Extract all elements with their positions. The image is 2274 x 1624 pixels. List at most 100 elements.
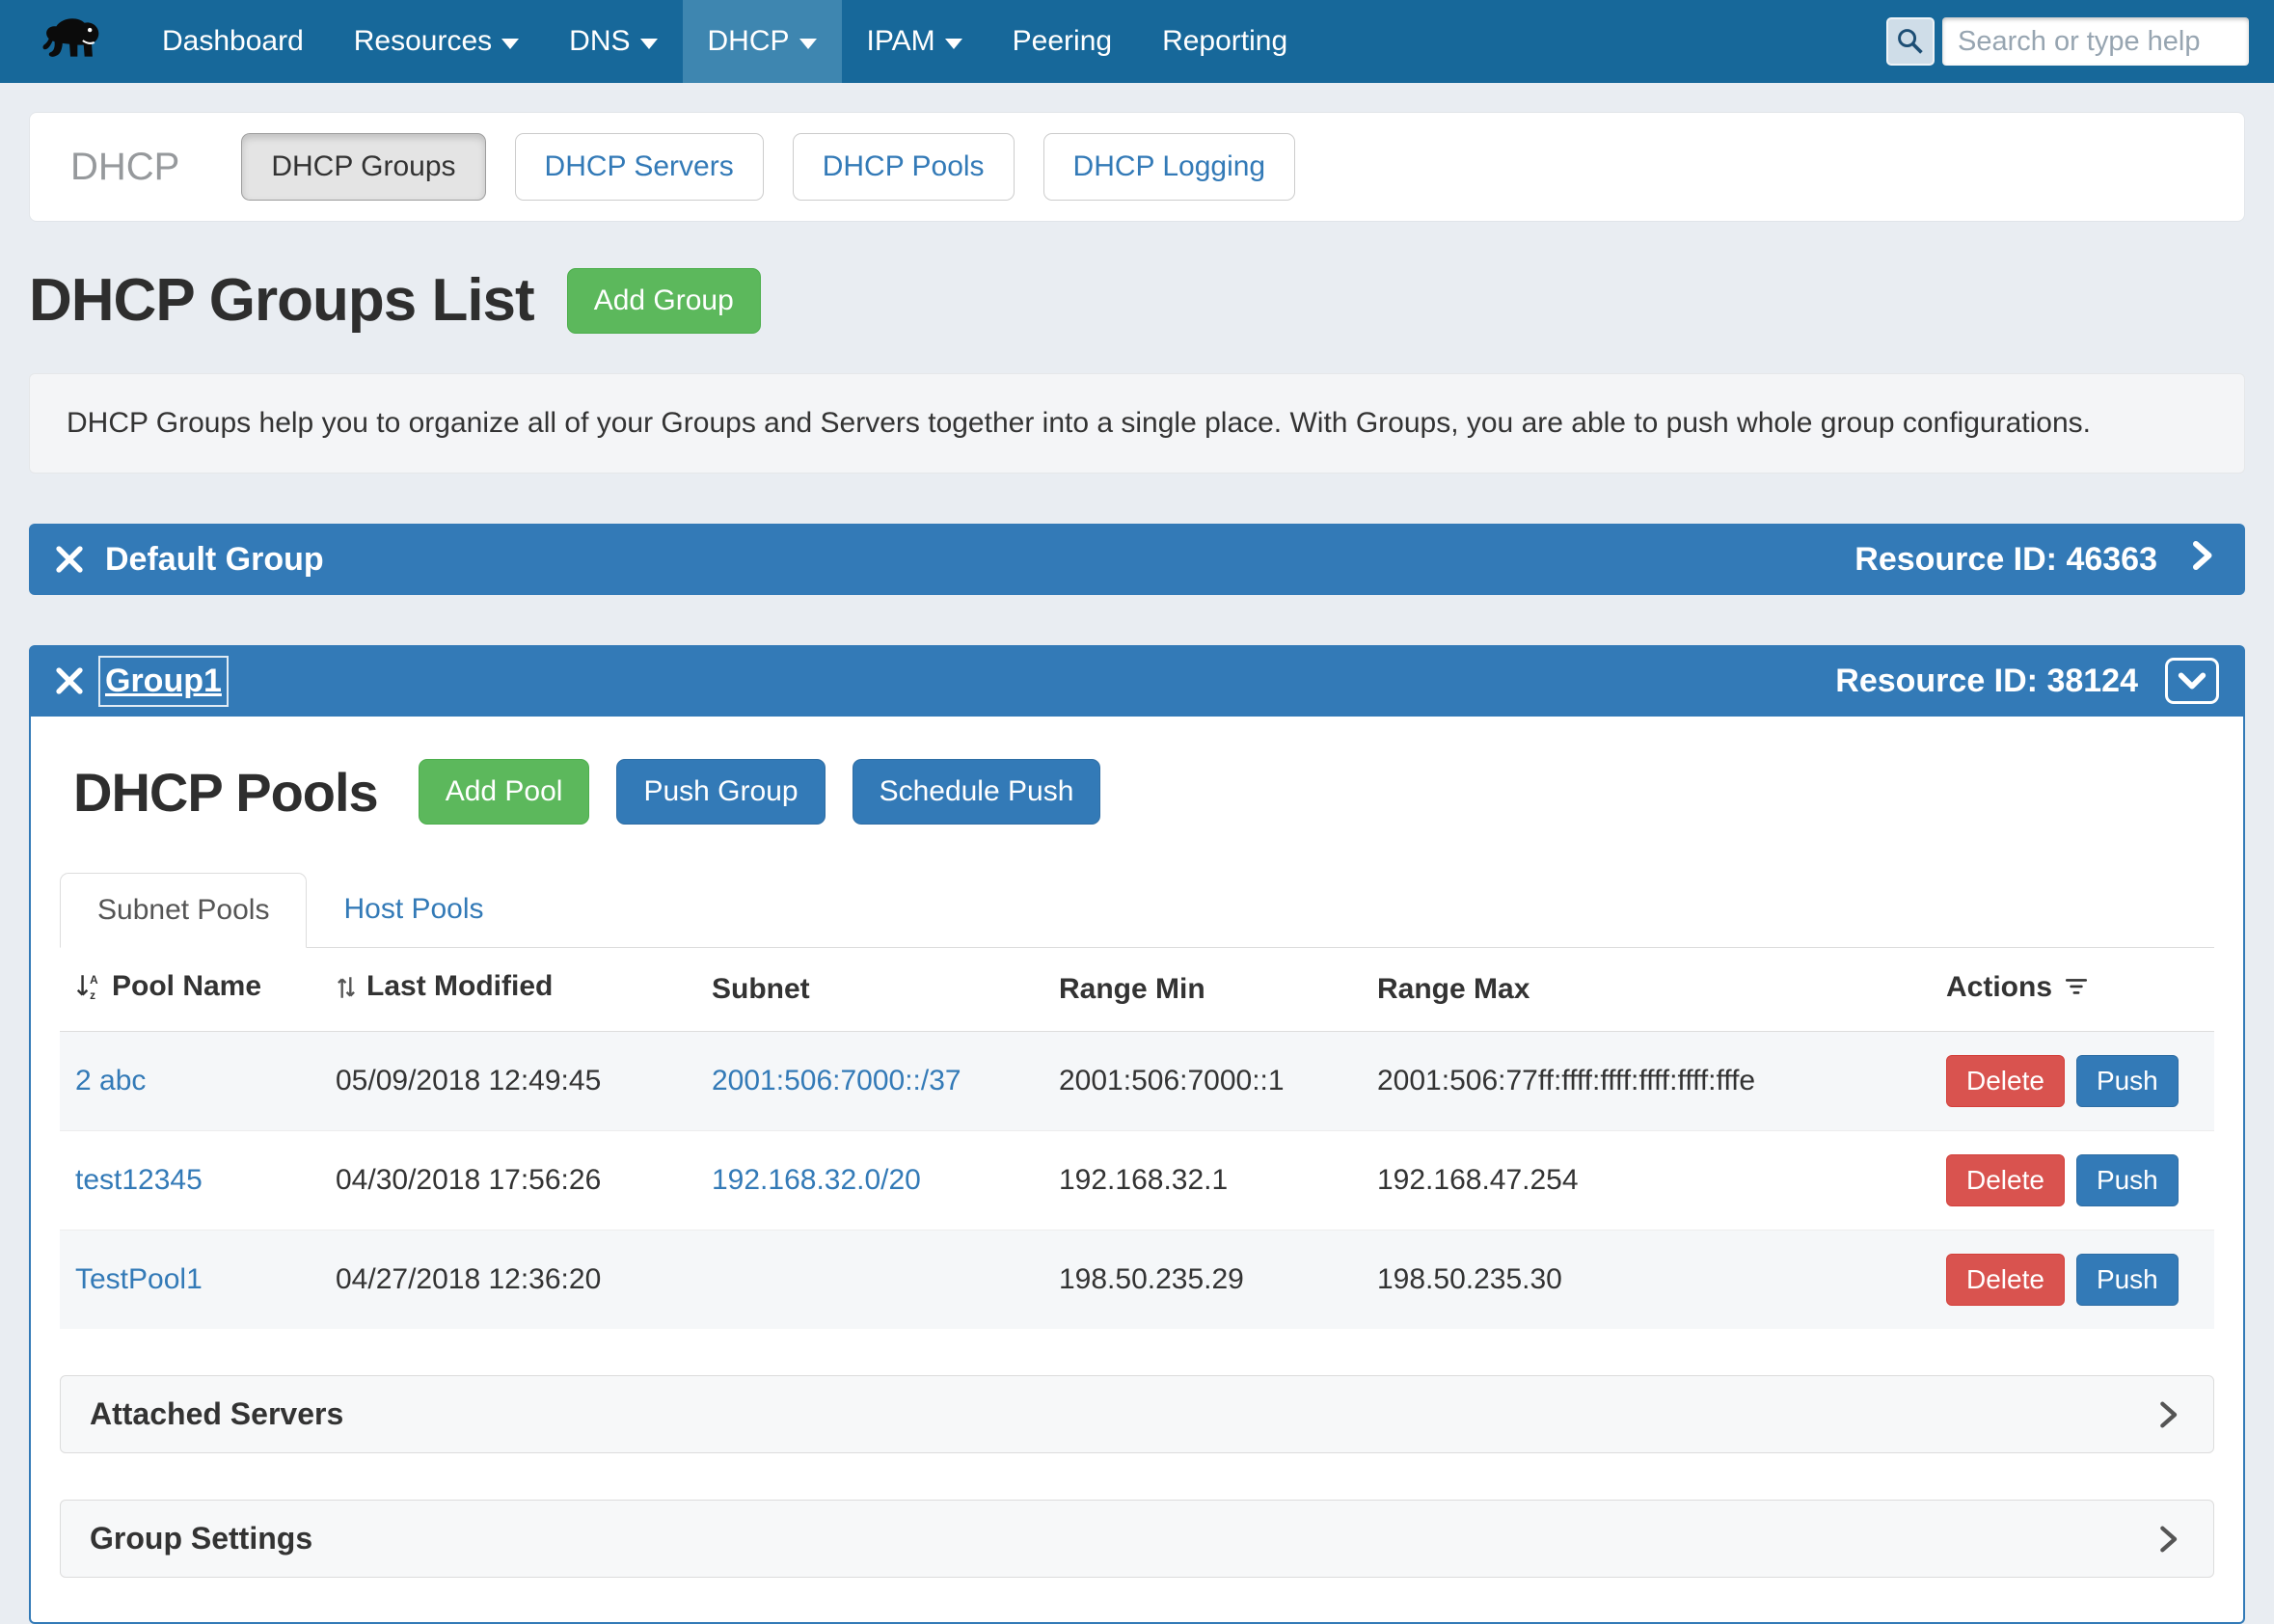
subnet-pools-table: Az Pool Name Last Modified Subnet Range … <box>60 948 2214 1329</box>
caret-down-icon <box>501 39 519 49</box>
table-row: TestPool1 04/27/2018 12:36:20 198.50.235… <box>60 1231 2214 1330</box>
search-button[interactable] <box>1886 17 1935 66</box>
group-bar-right: Resource ID: 46363 <box>1854 538 2219 582</box>
chevron-right-icon <box>2152 1398 2184 1431</box>
subnet-link[interactable]: 2001:506:7000::/37 <box>712 1065 961 1096</box>
pool-name-link[interactable]: 2 abc <box>75 1065 146 1096</box>
column-pool-name[interactable]: Az Pool Name <box>60 948 320 1032</box>
group-bar-right: Resource ID: 38124 <box>1835 658 2219 704</box>
last-modified-cell: 05/09/2018 12:49:45 <box>320 1032 696 1131</box>
add-group-button[interactable]: Add Group <box>567 268 761 334</box>
remove-group-icon[interactable] <box>55 545 84 574</box>
title-row: DHCP Groups List Add Group <box>29 266 2245 335</box>
group-header-group1[interactable]: Group1 Resource ID: 38124 <box>29 645 2245 717</box>
pool-name-link[interactable]: test12345 <box>75 1164 203 1196</box>
tab-subnet-pools[interactable]: Subnet Pools <box>60 873 307 948</box>
range-min-cell: 2001:506:7000::1 <box>1043 1032 1362 1131</box>
column-label: Pool Name <box>112 970 261 1002</box>
column-range-max: Range Max <box>1362 948 1931 1032</box>
nav-item-label: Dashboard <box>162 25 304 58</box>
actions-cell: DeletePush <box>1931 1231 2214 1330</box>
column-label: Range Min <box>1059 973 1205 1005</box>
add-pool-button[interactable]: Add Pool <box>419 759 590 825</box>
dhcp-section-tab-bar: DHCP DHCP Groups DHCP Servers DHCP Pools… <box>29 112 2245 222</box>
range-max-cell: 198.50.235.30 <box>1362 1231 1931 1330</box>
svg-text:z: z <box>90 989 95 1001</box>
provision-mammoth-logo[interactable] <box>39 14 102 69</box>
push-button[interactable]: Push <box>2076 1055 2179 1107</box>
nav-item-label: DHCP <box>708 25 790 58</box>
delete-button[interactable]: Delete <box>1946 1055 2065 1107</box>
filter-icon <box>2064 975 2089 1008</box>
nav-item-resources[interactable]: Resources <box>329 0 544 83</box>
search-input[interactable] <box>1942 17 2249 66</box>
nav-item-label: Peering <box>1013 25 1112 58</box>
last-modified-cell: 04/30/2018 17:56:26 <box>320 1131 696 1231</box>
nav-item-label: Reporting <box>1162 25 1287 58</box>
delete-button[interactable]: Delete <box>1946 1154 2065 1206</box>
pool-name-link[interactable]: TestPool1 <box>75 1263 203 1295</box>
nav-item-label: Resources <box>354 25 492 58</box>
sort-icon <box>336 974 357 1009</box>
nav-item-dhcp[interactable]: DHCP <box>683 0 842 83</box>
column-label: Subnet <box>712 973 810 1005</box>
tab-dhcp-pools[interactable]: DHCP Pools <box>793 133 1015 201</box>
dhcp-pools-header-row: DHCP Pools Add Pool Push Group Schedule … <box>73 759 2214 825</box>
description-text: DHCP Groups help you to organize all of … <box>67 407 2091 439</box>
actions-cell: DeletePush <box>1931 1131 2214 1231</box>
group1-section: Group1 Resource ID: 38124 DHCP Pools Add… <box>29 645 2245 1624</box>
search-area <box>1886 17 2249 66</box>
tab-dhcp-groups[interactable]: DHCP Groups <box>241 133 485 201</box>
group-name-link[interactable]: Group1 <box>105 663 222 700</box>
description-well: DHCP Groups help you to organize all of … <box>29 373 2245 474</box>
table-header-row: Az Pool Name Last Modified Subnet Range … <box>60 948 2214 1032</box>
table-row: test12345 04/30/2018 17:56:26 192.168.32… <box>60 1131 2214 1231</box>
nav-item-dns[interactable]: DNS <box>544 0 682 83</box>
nav-item-reporting[interactable]: Reporting <box>1137 0 1313 83</box>
push-button[interactable]: Push <box>2076 1254 2179 1306</box>
actions-cell: DeletePush <box>1931 1032 2214 1131</box>
schedule-push-button[interactable]: Schedule Push <box>853 759 1101 825</box>
range-min-cell: 198.50.235.29 <box>1043 1231 1362 1330</box>
group-name: Default Group <box>105 541 324 579</box>
column-last-modified[interactable]: Last Modified <box>320 948 696 1032</box>
caret-down-icon <box>799 39 817 49</box>
chevron-down-icon <box>2176 664 2208 697</box>
column-actions[interactable]: Actions <box>1931 948 2214 1032</box>
main-nav: Dashboard Resources DNS DHCP IPAM Peerin… <box>137 0 1313 83</box>
nav-item-dashboard[interactable]: Dashboard <box>137 0 329 83</box>
group1-detail-panel: DHCP Pools Add Pool Push Group Schedule … <box>29 717 2245 1624</box>
delete-button[interactable]: Delete <box>1946 1254 2065 1306</box>
range-min-cell: 192.168.32.1 <box>1043 1131 1362 1231</box>
subnet-link[interactable]: 192.168.32.0/20 <box>712 1164 921 1196</box>
mammoth-icon <box>39 14 102 69</box>
nav-item-ipam[interactable]: IPAM <box>842 0 988 83</box>
dhcp-pools-heading: DHCP Pools <box>73 761 378 824</box>
table-row: 2 abc 05/09/2018 12:49:45 2001:506:7000:… <box>60 1032 2214 1131</box>
last-modified-cell: 04/27/2018 12:36:20 <box>320 1231 696 1330</box>
caret-down-icon <box>640 39 658 49</box>
tab-host-pools[interactable]: Host Pools <box>307 873 520 948</box>
column-label: Range Max <box>1377 973 1530 1005</box>
sort-alpha-icon: Az <box>75 972 102 1009</box>
tab-dhcp-logging[interactable]: DHCP Logging <box>1043 133 1296 201</box>
group-header-default-group[interactable]: Default Group Resource ID: 46363 <box>29 524 2245 595</box>
nav-item-label: IPAM <box>867 25 935 58</box>
column-label: Last Modified <box>366 970 553 1002</box>
nav-item-label: DNS <box>569 25 630 58</box>
section-label: DHCP <box>70 146 179 189</box>
panel-label: Attached Servers <box>90 1396 343 1432</box>
svg-text:A: A <box>90 974 98 987</box>
column-range-min: Range Min <box>1043 948 1362 1032</box>
push-group-button[interactable]: Push Group <box>616 759 825 825</box>
caret-down-icon <box>945 39 962 49</box>
remove-group-icon[interactable] <box>55 666 84 695</box>
top-navbar: Dashboard Resources DNS DHCP IPAM Peerin… <box>0 0 2274 83</box>
pool-type-tabs: Subnet Pools Host Pools <box>60 873 2214 948</box>
collapse-toggle-button[interactable] <box>2165 658 2219 704</box>
search-icon <box>1895 26 1926 57</box>
attached-servers-panel[interactable]: Attached Servers <box>60 1375 2214 1453</box>
tab-dhcp-servers[interactable]: DHCP Servers <box>515 133 764 201</box>
nav-item-peering[interactable]: Peering <box>988 0 1137 83</box>
push-button[interactable]: Push <box>2076 1154 2179 1206</box>
